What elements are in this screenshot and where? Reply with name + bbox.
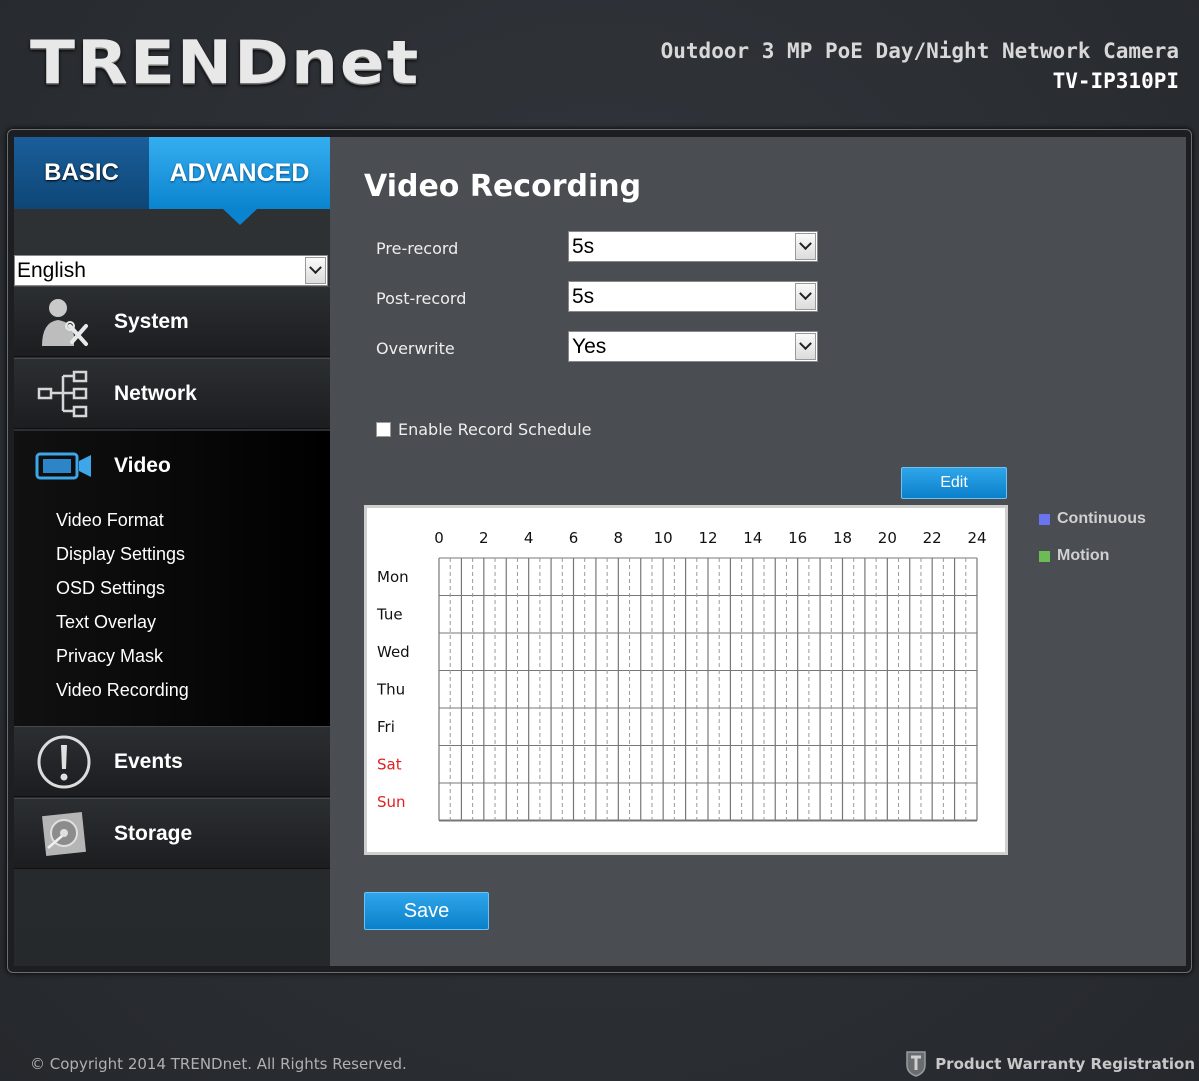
- hour-label: 20: [878, 529, 897, 547]
- chevron-down-icon: [305, 257, 326, 284]
- day-label: Wed: [377, 643, 410, 661]
- hour-label: 22: [923, 529, 942, 547]
- sidebar-item-events[interactable]: Events: [14, 726, 330, 797]
- language-select[interactable]: English: [14, 255, 328, 286]
- enable-record-schedule-checkbox[interactable]: [376, 422, 391, 437]
- hour-label: 8: [614, 529, 624, 547]
- legend-continuous: Continuous: [1039, 510, 1146, 528]
- legend-continuous-label: Continuous: [1057, 510, 1146, 527]
- hour-label: 10: [654, 529, 673, 547]
- sidebar-subitem-privacy-mask[interactable]: Privacy Mask: [14, 639, 330, 673]
- trendnet-logo: TRENDnet: [30, 28, 421, 98]
- hour-label: 12: [698, 529, 717, 547]
- product-title: Outdoor 3 MP PoE Day/Night Network Camer…: [661, 36, 1179, 96]
- chevron-down-icon: [795, 233, 816, 260]
- warranty-registration-link[interactable]: Product Warranty Registration: [905, 1050, 1195, 1077]
- hour-label: 18: [833, 529, 852, 547]
- day-label: Mon: [377, 568, 409, 586]
- save-button[interactable]: Save: [364, 892, 489, 930]
- edit-schedule-button[interactable]: Edit: [901, 467, 1007, 499]
- product-name: Outdoor 3 MP PoE Day/Night Network Camer…: [660, 39, 1179, 63]
- motion-swatch: [1039, 550, 1050, 562]
- legend-motion-label: Motion: [1057, 547, 1110, 564]
- hour-label: 14: [743, 529, 762, 547]
- sidebar-subitem-osd-settings[interactable]: OSD Settings: [14, 571, 330, 605]
- overwrite-value: Yes: [572, 334, 607, 358]
- day-label: Sat: [377, 756, 402, 774]
- sidebar: BASIC ADVANCED English System Network Vi…: [14, 137, 343, 966]
- network-tree-icon: [14, 359, 114, 428]
- sidebar-item-label: Network: [114, 381, 197, 405]
- sidebar-subitem-display-settings[interactable]: Display Settings: [14, 537, 330, 571]
- trendnet-shield-icon: [906, 1051, 926, 1077]
- sidebar-section-video: Video Video Format Display Settings OSD …: [14, 431, 343, 726]
- alert-icon: [14, 727, 114, 796]
- prerecord-label: Pre-record: [376, 239, 459, 258]
- sidebar-item-label: Events: [114, 749, 183, 773]
- enable-record-schedule-label: Enable Record Schedule: [398, 420, 592, 439]
- continuous-swatch: [1039, 513, 1050, 525]
- hour-label: 6: [569, 529, 579, 547]
- hour-label: 2: [479, 529, 489, 547]
- language-value: English: [17, 258, 86, 282]
- content-panel: Video Recording Pre-record 5s Post-recor…: [330, 137, 1186, 966]
- overwrite-label: Overwrite: [376, 339, 455, 358]
- copyright: © Copyright 2014 TRENDnet. All Rights Re…: [30, 1055, 407, 1073]
- prerecord-value: 5s: [572, 234, 595, 258]
- chevron-down-icon: [795, 333, 816, 360]
- hour-label: 16: [788, 529, 807, 547]
- sidebar-subitem-video-format[interactable]: Video Format: [14, 503, 330, 537]
- prerecord-select[interactable]: 5s: [568, 231, 818, 262]
- video-camera-icon: [14, 451, 114, 481]
- tab-advanced[interactable]: ADVANCED: [149, 137, 330, 225]
- schedule-svg: 0 2 4 6 8 10 12 14 16 18 20 22 24MonTueWedThuFriSatS…: [376, 529, 987, 822]
- sidebar-item-storage[interactable]: Storage: [14, 798, 330, 869]
- postrecord-label: Post-record: [376, 289, 467, 308]
- page-title: Video Recording: [364, 169, 642, 204]
- sidebar-subitem-text-overlay[interactable]: Text Overlay: [14, 605, 330, 639]
- postrecord-select[interactable]: 5s: [568, 281, 818, 312]
- sidebar-item-system[interactable]: System: [14, 286, 330, 357]
- hour-label: 4: [524, 529, 534, 547]
- warranty-registration-label: Product Warranty Registration: [935, 1054, 1195, 1073]
- hour-label: 24: [967, 529, 986, 547]
- enable-record-schedule[interactable]: Enable Record Schedule: [376, 420, 591, 439]
- admin-tools-icon: [14, 287, 114, 356]
- product-model: TV-IP310PI: [1052, 69, 1179, 93]
- sidebar-item-network[interactable]: Network: [14, 358, 330, 429]
- legend-motion: Motion: [1039, 547, 1109, 565]
- sidebar-item-video[interactable]: Video: [14, 431, 330, 501]
- day-label: Thu: [376, 681, 405, 699]
- day-label: Tue: [376, 606, 403, 624]
- chevron-down-icon: [795, 283, 816, 310]
- sidebar-item-label: Storage: [114, 821, 193, 845]
- sidebar-subitem-video-recording[interactable]: Video Recording: [14, 673, 330, 707]
- day-label: Sun: [377, 793, 406, 811]
- sidebar-item-label: System: [114, 309, 189, 333]
- hard-disk-icon: [14, 799, 114, 868]
- hour-label: 0: [434, 529, 444, 547]
- day-label: Fri: [377, 718, 395, 736]
- sidebar-item-label: Video: [114, 454, 171, 477]
- postrecord-value: 5s: [572, 284, 595, 308]
- overwrite-select[interactable]: Yes: [568, 331, 818, 362]
- record-schedule-grid[interactable]: 0 2 4 6 8 10 12 14 16 18 20 22 24 Mon Tue Wed Thu Fri Sat S…: [364, 505, 1008, 855]
- tab-basic[interactable]: BASIC: [14, 137, 149, 209]
